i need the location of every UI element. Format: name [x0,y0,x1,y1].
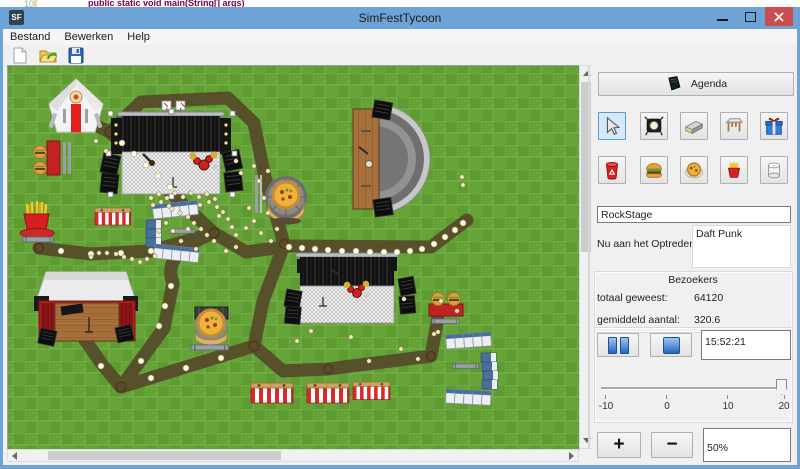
open-file-button[interactable] [37,46,59,64]
tool-stage[interactable] [680,112,708,140]
burger-icon [643,159,665,181]
menu-item-help[interactable]: Help [120,31,157,43]
pause-button[interactable] [597,333,639,357]
tool-burger[interactable] [640,156,668,184]
map-canvas[interactable]: .lamp{fill:#fffbe8;stroke:#b9a86b;stroke… [8,66,579,449]
open-folder-icon [39,47,57,64]
tool-spotlight[interactable] [640,112,668,140]
toilet-roll-icon [763,159,785,181]
truss-icon [723,115,745,137]
now-performing-box: Daft Punk [692,225,791,268]
fries-icon [723,159,745,181]
scroll-right-icon[interactable] [569,452,574,460]
maximize-icon [745,12,756,22]
agenda-button[interactable]: Agenda [598,72,794,96]
close-icon [774,12,784,22]
visitors-header: Bezoekers [597,274,789,286]
visitors-total-value: 64120 [694,292,723,304]
map-vertical-scrollbar[interactable] [579,65,593,449]
app-window: SF SimFestTycoon Bestand Bewerken Help [0,7,800,469]
minimize-icon [717,19,728,21]
new-file-button[interactable] [9,46,31,64]
tool-trash[interactable] [598,156,626,184]
toolbar [3,45,797,65]
title-bar[interactable]: SF SimFestTycoon [3,7,797,29]
tool-select[interactable] [598,112,626,140]
ide-line-number: 10 [24,0,34,7]
app-icon: SF [9,10,24,25]
agenda-label: Agenda [691,78,727,90]
slider-tick-0: 0 [664,401,670,412]
map-viewport: .lamp{fill:#fffbe8;stroke:#b9a86b;stroke… [7,65,580,450]
stage-name-input[interactable] [597,206,791,223]
ide-ruler [34,0,37,7]
slider-tick-10: 10 [722,401,733,412]
zoom-in-button[interactable]: + [597,432,641,458]
pause-icon [608,337,617,354]
zoom-out-button[interactable]: − [651,432,693,458]
tool-truss[interactable] [720,112,748,140]
barn-stage[interactable] [34,272,138,346]
tool-fries[interactable] [720,156,748,184]
gift-icon [763,115,785,137]
market-stall-4[interactable] [353,382,390,400]
ide-code-text: public static void main(String[] args) [88,0,245,7]
minimize-button[interactable] [709,7,737,26]
slider-tick-min: -10 [599,401,613,412]
market-stall-3[interactable] [307,383,349,403]
now-performing-label: Nu aan het Optreden: [597,238,698,250]
cursor-icon [601,115,623,137]
stop-icon [663,337,680,354]
save-file-button[interactable] [65,46,87,64]
visitors-average-label: gemiddeld aantal: [597,314,680,326]
market-stall-1[interactable] [95,208,131,225]
zoom-level-display: 50% [703,428,791,462]
tool-pizza[interactable] [680,156,708,184]
visitors-average-value: 320.6 [694,314,720,326]
scroll-left-icon[interactable] [12,452,17,460]
agenda-book-icon [665,75,683,93]
panel-splitter[interactable] [588,65,590,449]
spotlight-icon [643,115,665,137]
maximize-button[interactable] [737,7,765,26]
menu-item-bewerken[interactable]: Bewerken [57,31,120,43]
close-button[interactable] [765,7,793,26]
side-panel: Agenda [592,65,794,463]
visitors-total-label: totaal geweest: [597,292,668,304]
market-stall-2[interactable] [251,383,293,403]
menu-item-bestand[interactable]: Bestand [3,31,57,43]
menu-bar: Bestand Bewerken Help [3,29,797,45]
pizza-icon [683,159,705,181]
map-horizontal-scrollbar[interactable] [7,449,579,462]
new-file-icon [12,47,28,64]
background-ide-strip: 10 public static void main(String[] args… [0,0,800,7]
tool-gift[interactable] [760,112,788,140]
horizontal-scroll-thumb[interactable] [48,451,281,460]
speed-slider-track[interactable] [601,387,787,390]
clock-display: 15:52:21 [701,330,791,360]
stage-piece-icon [683,115,705,137]
stop-button[interactable] [650,333,692,357]
window-title: SimFestTycoon [359,11,442,25]
slider-tick-max: 20 [778,401,789,412]
trash-can-icon [601,159,623,181]
tool-toilet[interactable] [760,156,788,184]
burger-stand-1[interactable] [34,141,72,175]
save-icon [68,47,84,64]
